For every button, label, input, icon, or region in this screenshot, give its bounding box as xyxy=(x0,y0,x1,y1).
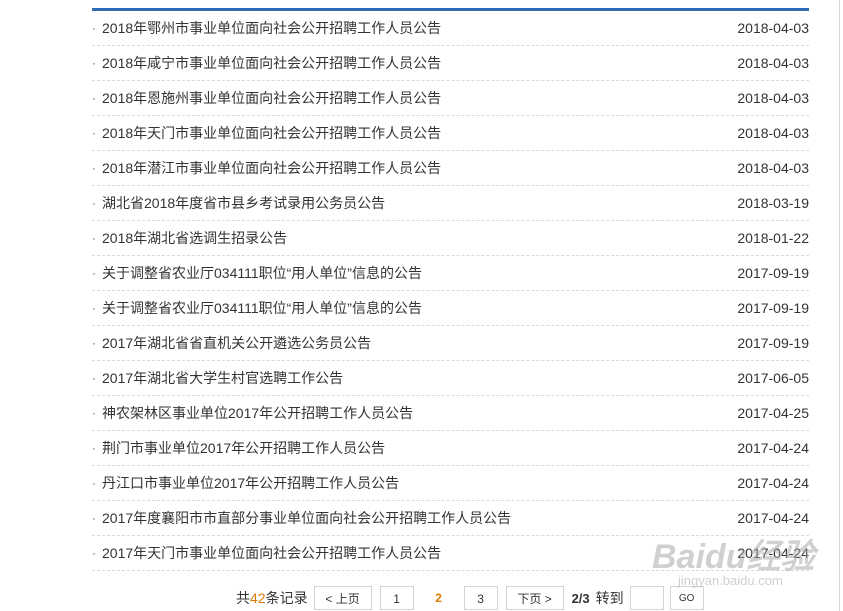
total-records: 共42条记录 xyxy=(236,590,308,606)
bullet-icon: · xyxy=(92,336,96,350)
announcement-link[interactable]: 2018年天门市事业单位面向社会公开招聘工作人员公告 xyxy=(102,116,441,150)
list-item: · 2018年咸宁市事业单位面向社会公开招聘工作人员公告 2018-04-03 xyxy=(92,46,809,81)
bullet-icon: · xyxy=(92,126,96,140)
bullet-icon: · xyxy=(92,21,96,35)
list-item: · 湖北省2018年度省市县乡考试录用公务员公告 2018-03-19 xyxy=(92,186,809,221)
bullet-icon: · xyxy=(92,231,96,245)
list-item: · 2018年湖北省选调生招录公告 2018-01-22 xyxy=(92,221,809,256)
bullet-icon: · xyxy=(92,441,96,455)
page-right-border xyxy=(839,0,840,611)
announcement-list: · 2018年鄂州市事业单位面向社会公开招聘工作人员公告 2018-04-03 · 20… xyxy=(92,8,809,571)
announcement-date: 2017-04-24 xyxy=(737,475,809,491)
announcement-date: 2017-09-19 xyxy=(737,300,809,316)
list-item: · 神农架林区事业单位2017年公开招聘工作人员公告 2017-04-25 xyxy=(92,396,809,431)
goto-page-input[interactable] xyxy=(629,586,664,610)
list-item: · 丹江口市事业单位2017年公开招聘工作人员公告 2017-04-24 xyxy=(92,466,809,501)
list-item: · 2018年潜江市事业单位面向社会公开招聘工作人员公告 2018-04-03 xyxy=(92,151,809,186)
announcement-date: 2017-04-24 xyxy=(737,510,809,526)
announcement-link[interactable]: 神农架林区事业单位2017年公开招聘工作人员公告 xyxy=(102,396,413,430)
bullet-icon: · xyxy=(92,406,96,420)
bullet-icon: · xyxy=(92,161,96,175)
list-item: · 关于调整省农业厅034111职位“用人单位”信息的公告 2017-09-19 xyxy=(92,256,809,291)
announcement-date: 2017-09-19 xyxy=(737,335,809,351)
go-button[interactable]: GO xyxy=(669,586,704,610)
page-1-button[interactable]: 1 xyxy=(379,586,414,610)
bullet-icon: · xyxy=(92,301,96,315)
pagination: 共42条记录 < 上页 1 2 3 下页 > 2/3 转到 GO xyxy=(236,585,712,611)
announcement-link[interactable]: 丹江口市事业单位2017年公开招聘工作人员公告 xyxy=(102,466,399,500)
announcement-date: 2017-09-19 xyxy=(737,265,809,281)
announcement-link[interactable]: 2018年咸宁市事业单位面向社会公开招聘工作人员公告 xyxy=(102,46,441,80)
bullet-icon: · xyxy=(92,56,96,70)
announcement-link[interactable]: 2018年鄂州市事业单位面向社会公开招聘工作人员公告 xyxy=(102,11,441,45)
announcement-date: 2017-04-25 xyxy=(737,405,809,421)
announcement-date: 2018-04-03 xyxy=(737,160,809,176)
bullet-icon: · xyxy=(92,511,96,525)
announcement-link[interactable]: 2017年湖北省省直机关公开遴选公务员公告 xyxy=(102,326,371,360)
announcement-link[interactable]: 关于调整省农业厅034111职位“用人单位”信息的公告 xyxy=(102,256,422,290)
bullet-icon: · xyxy=(92,91,96,105)
announcement-date: 2018-04-03 xyxy=(737,55,809,71)
current-page-indicator: 2 xyxy=(421,586,456,610)
bullet-icon: · xyxy=(92,546,96,560)
prev-page-button[interactable]: < 上页 xyxy=(313,586,372,610)
total-count: 42 xyxy=(250,590,266,606)
announcement-date: 2017-06-05 xyxy=(737,370,809,386)
announcement-link[interactable]: 荆门市事业单位2017年公开招聘工作人员公告 xyxy=(102,431,385,465)
list-item: · 2018年鄂州市事业单位面向社会公开招聘工作人员公告 2018-04-03 xyxy=(92,11,809,46)
bullet-icon: · xyxy=(92,371,96,385)
list-item: · 关于调整省农业厅034111职位“用人单位”信息的公告 2017-09-19 xyxy=(92,291,809,326)
announcement-link[interactable]: 湖北省2018年度省市县乡考试录用公务员公告 xyxy=(102,186,385,220)
announcement-date: 2018-03-19 xyxy=(737,195,809,211)
list-item: · 2017年湖北省省直机关公开遴选公务员公告 2017-09-19 xyxy=(92,326,809,361)
announcement-link[interactable]: 2017年天门市事业单位面向社会公开招聘工作人员公告 xyxy=(102,536,441,570)
list-item: · 2017年天门市事业单位面向社会公开招聘工作人员公告 2017-04-24 xyxy=(92,536,809,571)
announcement-date: 2017-04-24 xyxy=(737,545,809,561)
announcement-link[interactable]: 2018年恩施州事业单位面向社会公开招聘工作人员公告 xyxy=(102,81,441,115)
page-info: 2/3 xyxy=(571,590,590,606)
bullet-icon: · xyxy=(92,266,96,280)
goto-label: 转到 xyxy=(595,590,624,606)
announcement-date: 2018-04-03 xyxy=(737,90,809,106)
list-item: · 2018年天门市事业单位面向社会公开招聘工作人员公告 2018-04-03 xyxy=(92,116,809,151)
list-item: · 2017年度襄阳市市直部分事业单位面向社会公开招聘工作人员公告 2017-04-… xyxy=(92,501,809,536)
bullet-icon: · xyxy=(92,476,96,490)
list-item: · 2017年湖北省大学生村官选聘工作公告 2017-06-05 xyxy=(92,361,809,396)
page-3-button[interactable]: 3 xyxy=(463,586,498,610)
announcement-link[interactable]: 2017年湖北省大学生村官选聘工作公告 xyxy=(102,361,343,395)
list-item: · 2018年恩施州事业单位面向社会公开招聘工作人员公告 2018-04-03 xyxy=(92,81,809,116)
announcement-date: 2018-01-22 xyxy=(737,230,809,246)
announcement-link[interactable]: 2018年潜江市事业单位面向社会公开招聘工作人员公告 xyxy=(102,151,441,185)
bullet-icon: · xyxy=(92,196,96,210)
announcement-link[interactable]: 2017年度襄阳市市直部分事业单位面向社会公开招聘工作人员公告 xyxy=(102,501,511,535)
list-item: · 荆门市事业单位2017年公开招聘工作人员公告 2017-04-24 xyxy=(92,431,809,466)
announcement-date: 2018-04-03 xyxy=(737,20,809,36)
next-page-button[interactable]: 下页 > xyxy=(505,586,564,610)
announcement-date: 2018-04-03 xyxy=(737,125,809,141)
announcement-link[interactable]: 关于调整省农业厅034111职位“用人单位”信息的公告 xyxy=(102,291,422,325)
announcement-date: 2017-04-24 xyxy=(737,440,809,456)
announcement-link[interactable]: 2018年湖北省选调生招录公告 xyxy=(102,221,287,255)
